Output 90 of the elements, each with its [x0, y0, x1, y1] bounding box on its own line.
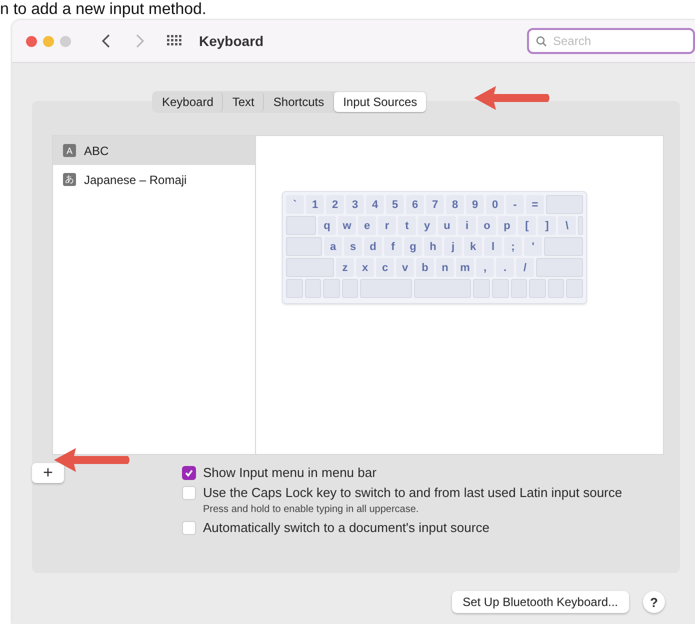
- key-label: w: [338, 216, 356, 235]
- key-label: z: [336, 258, 354, 277]
- key-label: i: [458, 216, 476, 235]
- key-label: m: [456, 258, 474, 277]
- checkbox-label: Use the Caps Lock key to switch to and from last used Latin input source: [203, 485, 622, 500]
- minimize-button[interactable]: [43, 36, 54, 46]
- close-button[interactable]: [26, 36, 37, 46]
- blank-key: [286, 216, 316, 235]
- blank-key: [360, 279, 412, 298]
- key-label: d: [364, 237, 382, 256]
- caption-text: n to add a new input method.: [0, 0, 206, 20]
- blank-key: [529, 279, 546, 298]
- key-label: [: [518, 216, 536, 235]
- blank-key: [546, 195, 583, 214]
- key-label: ': [524, 237, 542, 256]
- key-label: -: [506, 195, 524, 214]
- key-label: 5: [386, 195, 404, 214]
- blank-key: [286, 279, 303, 298]
- key-label: 6: [406, 195, 424, 214]
- blank-key: [414, 279, 472, 298]
- key-label: ,: [476, 258, 494, 277]
- key-label: o: [478, 216, 496, 235]
- tab[interactable]: Input Sources: [334, 92, 426, 112]
- list-item[interactable]: A ABC: [53, 136, 255, 165]
- key-label: 9: [466, 195, 484, 214]
- key-label: ;: [504, 237, 522, 256]
- key-label: a: [324, 237, 342, 256]
- key-label: h: [424, 237, 442, 256]
- blank-key: [548, 279, 564, 298]
- help-button[interactable]: ?: [643, 591, 665, 613]
- key-label: j: [444, 237, 462, 256]
- key-label: f: [384, 237, 402, 256]
- search-icon: [536, 36, 547, 47]
- hint-text: Press and hold to enable typing in all uppercase.: [203, 504, 420, 515]
- key-label: \: [558, 216, 576, 235]
- key-label: g: [404, 237, 422, 256]
- key-label: 4: [366, 195, 384, 214]
- key-label: y: [418, 216, 436, 235]
- key-label: u: [438, 216, 456, 235]
- checkbox-label: Show Input menu in menu bar: [203, 465, 376, 480]
- key-label: r: [378, 216, 396, 235]
- key-label: =: [526, 195, 544, 214]
- source-icon: あ: [63, 173, 76, 186]
- key-label: 0: [486, 195, 504, 214]
- blank-key: [510, 279, 528, 298]
- key-label: n: [436, 258, 454, 277]
- tab[interactable]: Keyboard: [153, 92, 224, 112]
- key-label: /: [516, 258, 534, 277]
- blank-key: [492, 279, 509, 298]
- key-label: p: [498, 216, 516, 235]
- blank-key: [578, 216, 583, 235]
- list-item[interactable]: あ Japanese – Romaji: [53, 165, 255, 194]
- checkmark-icon: [184, 468, 194, 478]
- blank-key: [286, 237, 322, 256]
- blank-key: [566, 279, 583, 298]
- key-label: s: [344, 237, 362, 256]
- key-label: e: [358, 216, 376, 235]
- key-label: 8: [446, 195, 464, 214]
- key-label: 2: [326, 195, 344, 214]
- tab[interactable]: Text: [223, 92, 264, 112]
- blank-key: [323, 279, 340, 298]
- zoom-button[interactable]: [60, 36, 71, 46]
- blank-key: [304, 279, 322, 298]
- key-label: l: [484, 237, 502, 256]
- key-label: 3: [346, 195, 364, 214]
- add-button[interactable]: +: [32, 463, 64, 483]
- blank-key: [342, 279, 358, 298]
- checkbox-label: Automatically switch to a document's input source: [203, 520, 490, 535]
- bluetooth-setup-button[interactable]: Set Up Bluetooth Keyboard...: [452, 591, 629, 613]
- blank-key: [473, 279, 490, 298]
- key-label: t: [398, 216, 416, 235]
- search-field[interactable]: Search: [527, 28, 695, 54]
- key-label: x: [356, 258, 374, 277]
- key-label: q: [318, 216, 336, 235]
- key-label: b: [416, 258, 434, 277]
- grid-icon[interactable]: [167, 35, 183, 47]
- blank-key: [544, 237, 583, 256]
- window-title: Keyboard: [199, 33, 264, 49]
- key-label: ]: [538, 216, 556, 235]
- source-icon: A: [63, 144, 76, 157]
- checkbox[interactable]: [182, 466, 196, 480]
- key-label: .: [496, 258, 514, 277]
- blank-key: [536, 258, 583, 277]
- blank-key: [286, 258, 334, 277]
- key-label: c: [376, 258, 394, 277]
- key-label: 7: [426, 195, 444, 214]
- key-label: v: [396, 258, 414, 277]
- key-label: k: [464, 237, 482, 256]
- key-label: `: [286, 195, 304, 214]
- key-label: 1: [306, 195, 324, 214]
